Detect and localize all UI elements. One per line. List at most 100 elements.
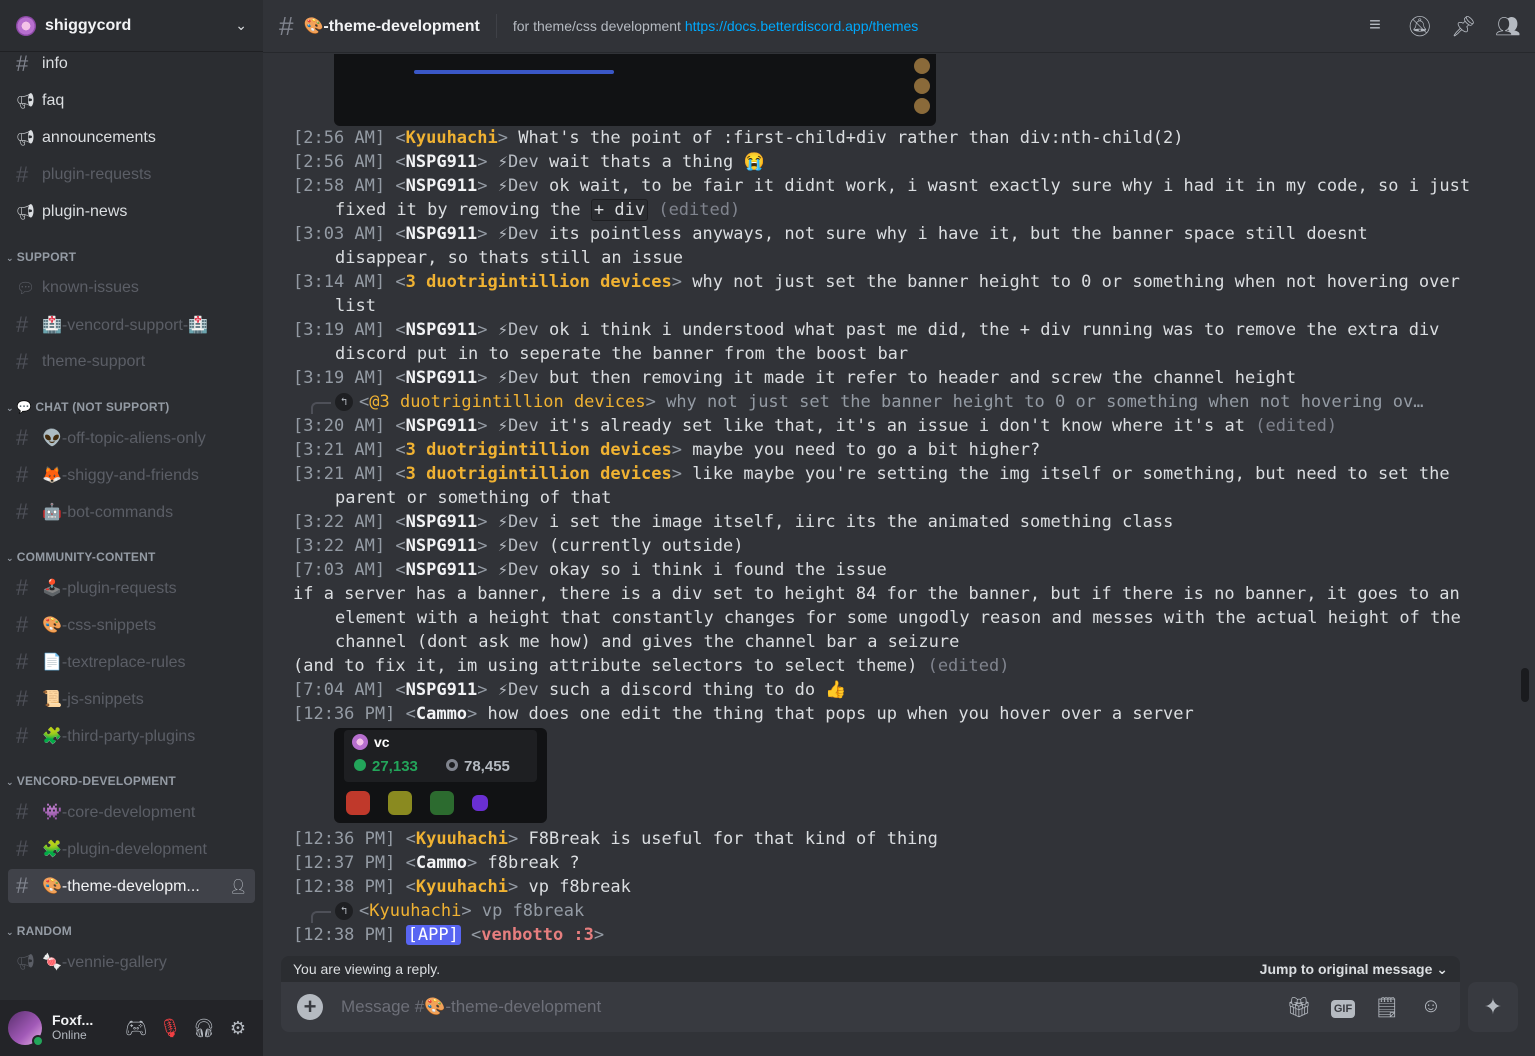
message-timestamp[interactable]: [12:36 PM] [293,829,395,849]
message-author[interactable]: Kyuuhachi [416,877,508,897]
channel-item[interactable]: # 🏥-vencord-support-🏥 [8,308,255,342]
gif-button[interactable]: GIF [1330,995,1356,1020]
message-author[interactable]: Kyuuhachi [416,829,508,849]
channel-item[interactable]: # 🎨-theme-developm... 👤︎ [8,869,255,903]
scrollbar-thumb[interactable] [1521,668,1529,702]
channel-item[interactable]: # theme-support [8,345,255,379]
message-author[interactable]: NSPG911 [406,512,478,532]
message-timestamp[interactable]: [3:19 AM] [293,320,385,340]
channel-item[interactable]: 📢︎ faq [8,84,255,118]
channel-item[interactable]: # 🕹️-plugin-requests [8,571,255,605]
gift-icon[interactable]: 🎁︎ [1286,995,1312,1020]
gamepad-icon[interactable]: 🎮︎ [119,1011,153,1045]
message-author[interactable]: NSPG911 [406,368,478,388]
message-timestamp[interactable]: [2:56 AM] [293,152,385,172]
message-timestamp[interactable]: [2:56 AM] [293,128,385,148]
role-tag: ⚡Dev [497,320,539,340]
message-author[interactable]: Cammo [416,853,467,873]
message-author[interactable]: 3 duotrigintillion devices [406,272,672,292]
message-input[interactable]: Message #🎨-theme-development [341,997,1286,1017]
channel-item[interactable]: 📢︎ 🍬-vennie-gallery [8,945,255,979]
add-attachment-icon[interactable]: + [297,994,323,1020]
emoji-icon[interactable]: ☺ [1418,995,1444,1020]
image-attachment[interactable]: vc 27,133 78,455 [334,728,547,823]
message-author[interactable]: NSPG911 [406,416,478,436]
message-author[interactable]: NSPG911 [406,176,478,196]
category-random[interactable]: ⌄ RANDOM [0,906,263,942]
message-author[interactable]: NSPG911 [406,680,478,700]
mute-microphone-icon[interactable]: 🎙︎ [153,1011,187,1045]
channel-item[interactable]: # 🎨-css-snippets [8,608,255,642]
channel-item[interactable]: 💬︎ known-issues [8,271,255,305]
message-author[interactable]: Cammo [416,704,467,724]
message-author[interactable]: NSPG911 [406,224,478,244]
chevron-down-icon: ⌄ [6,927,14,937]
message-timestamp[interactable]: [3:14 AM] [293,272,385,292]
message-timestamp[interactable]: [3:20 AM] [293,416,385,436]
reply-preview[interactable]: ↰ <@3 duotrigintillion devices> why not j… [263,390,1535,414]
message-timestamp[interactable]: [3:21 AM] [293,464,385,484]
chat-message: [12:36 PM] <Kyuuhachi> F8Break is useful… [293,829,938,849]
pin-icon[interactable]: 📌︎ [1451,14,1476,39]
app-badge: [APP] [405,925,461,945]
message-timestamp[interactable]: [2:58 AM] [293,176,385,196]
message-timestamp[interactable]: [3:22 AM] [293,512,385,532]
chevron-down-icon[interactable]: ⌄ [235,17,247,34]
message-timestamp[interactable]: [3:21 AM] [293,440,385,460]
channel-name: 📜-js-snippets [42,691,144,708]
avatar[interactable] [8,1011,44,1047]
channel-title: 🎨-theme-development [303,18,480,35]
reply-preview[interactable]: ↰ <Kyuuhachi> vp f8break [263,899,1535,923]
message-author[interactable]: NSPG911 [406,320,478,340]
message-timestamp[interactable]: [7:03 AM] [293,560,385,580]
member-list-icon[interactable]: 👥︎ [1495,14,1520,39]
message-timestamp[interactable]: [7:04 AM] [293,680,385,700]
hash-icon: # [16,499,29,524]
channel-item[interactable]: # plugin-requests [8,158,255,192]
message-author[interactable]: NSPG911 [406,152,478,172]
category-chat[interactable]: ⌄ 💬 CHAT (NOT SUPPORT) [0,382,263,418]
jump-to-original-button[interactable]: Jump to original message ⌄ [1260,961,1448,978]
message-author[interactable]: Kyuuhachi [406,128,498,148]
channel-item[interactable]: 📢︎ plugin-news [8,195,255,229]
notification-mute-icon[interactable]: 🔕︎ [1407,14,1432,39]
sticker-icon[interactable]: 🗒︎ [1374,995,1400,1020]
message-timestamp[interactable]: [3:03 AM] [293,224,385,244]
category-community[interactable]: ⌄ COMMUNITY-CONTENT [0,532,263,568]
message-author[interactable]: venbotto :3 [481,925,594,945]
message-timestamp[interactable]: [12:38 PM] [293,877,395,897]
channel-item[interactable]: # 🧩-plugin-development [8,832,255,866]
viewing-reply-text: You are viewing a reply. [293,961,441,977]
hash-icon: # [279,10,294,41]
channel-item[interactable]: # 🤖-bot-commands [8,495,255,529]
image-attachment[interactable] [334,54,936,126]
category-support[interactable]: ⌄ SUPPORT [0,232,263,268]
channel-item[interactable]: # info [8,47,255,81]
message-timestamp[interactable]: [3:19 AM] [293,368,385,388]
message-timestamp[interactable]: [12:38 PM] [293,925,395,945]
message-author[interactable]: NSPG911 [406,560,478,580]
headphones-icon[interactable]: 🎧︎ [187,1011,221,1045]
settings-gear-icon[interactable]: ⚙ [221,1011,255,1045]
topic-link[interactable]: https://docs.betterdiscord.app/themes [685,18,918,34]
channel-item[interactable]: # 📄-textreplace-rules [8,645,255,679]
message-timestamp[interactable]: [12:37 PM] [293,853,395,873]
threads-icon[interactable]: ≡ [1363,14,1387,39]
channel-item[interactable]: # 👾-core-development [8,795,255,829]
message-author[interactable]: NSPG911 [406,536,478,556]
message-author[interactable]: 3 duotrigintillion devices [406,464,672,484]
user-info[interactable]: Foxf... Online [52,1013,119,1043]
message-text: such a discord thing to do 👍 [548,680,847,700]
channel-item[interactable]: # 🦊-shiggy-and-friends [8,458,255,492]
channel-item[interactable]: 📢︎ announcements [8,121,255,155]
apps-launcher-icon[interactable]: ✦ [1468,982,1518,1032]
channel-item[interactable]: # 📜-js-snippets [8,682,255,716]
channel-item[interactable]: # 👽-off-topic-aliens-only [8,421,255,455]
message-timestamp[interactable]: [12:36 PM] [293,704,395,724]
channel-item[interactable]: # 🧩-third-party-plugins [8,719,255,753]
channel-name: 👾-core-development [42,804,196,821]
category-vencord[interactable]: ⌄ VENCORD-DEVELOPMENT [0,756,263,792]
message-author[interactable]: 3 duotrigintillion devices [406,440,672,460]
invite-member-icon[interactable]: 👤︎ [229,878,247,895]
message-timestamp[interactable]: [3:22 AM] [293,536,385,556]
